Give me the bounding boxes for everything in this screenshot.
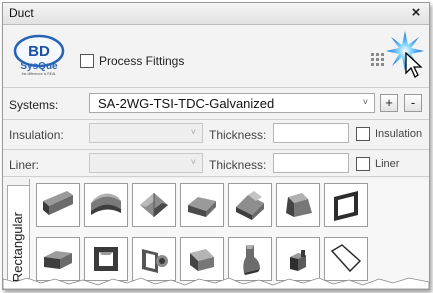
insulation-thickness-input[interactable] [273,123,349,143]
process-fittings-checkbox[interactable] [80,54,94,68]
liner-dropdown[interactable]: ˅ [89,153,203,173]
duct-panel: Duct × BD SysQue the difference is REAL … [2,2,430,290]
liner-checkbox-label: Liner [375,158,400,170]
insulation-dropdown[interactable]: ˅ [89,123,203,143]
tee-icon[interactable] [132,183,176,227]
insulation-label: Insulation: [9,128,64,142]
separator [3,149,429,150]
title-bar[interactable]: Duct × [3,3,429,25]
liner-thickness-input[interactable] [273,153,349,173]
systems-label: Systems: [9,98,59,112]
insulation-checkbox[interactable] [356,127,370,141]
logo-letters: BD [28,43,50,60]
grid-view-icon[interactable] [369,51,385,70]
liner-checkbox[interactable] [356,157,370,171]
elbow-icon[interactable] [84,183,128,227]
straight-duct-icon[interactable] [36,183,80,227]
cross-icon[interactable] [228,183,272,227]
mouse-cursor-icon [404,51,424,81]
offset-icon[interactable] [180,183,224,227]
torn-edge [3,273,429,289]
remove-system-button[interactable]: - [404,94,422,112]
liner-label: Liner: [9,158,40,172]
logo-tagline: the difference is REAL [22,72,57,76]
systems-value: SA-2WG-TSI-TDC-Galvanized [98,96,275,111]
process-fittings-label: Process Fittings [99,54,185,68]
logo-brand: SysQue [20,61,58,72]
chevron-down-icon: ˅ [190,127,196,137]
insulation-thickness-label: Thickness: [209,128,267,142]
insulation-checkbox-label: Insulation [375,128,423,140]
transition-icon[interactable] [276,183,320,227]
frame-icon[interactable] [324,183,368,227]
liner-thickness-label: Thickness: [209,158,267,172]
chevron-down-icon: ˅ [362,97,368,107]
separator [3,119,429,120]
systems-dropdown[interactable]: SA-2WG-TSI-TDC-Galvanized ˅ [89,93,375,113]
separator [3,87,429,88]
chevron-down-icon: ˅ [190,157,196,167]
close-button[interactable]: × [407,4,425,22]
add-system-button[interactable]: + [380,94,398,112]
sysque-logo: BD SysQue the difference is REAL [11,34,67,76]
separator [3,176,429,177]
tab-rectangular-label: Rectangular [10,211,25,282]
window-title: Duct [9,6,34,20]
